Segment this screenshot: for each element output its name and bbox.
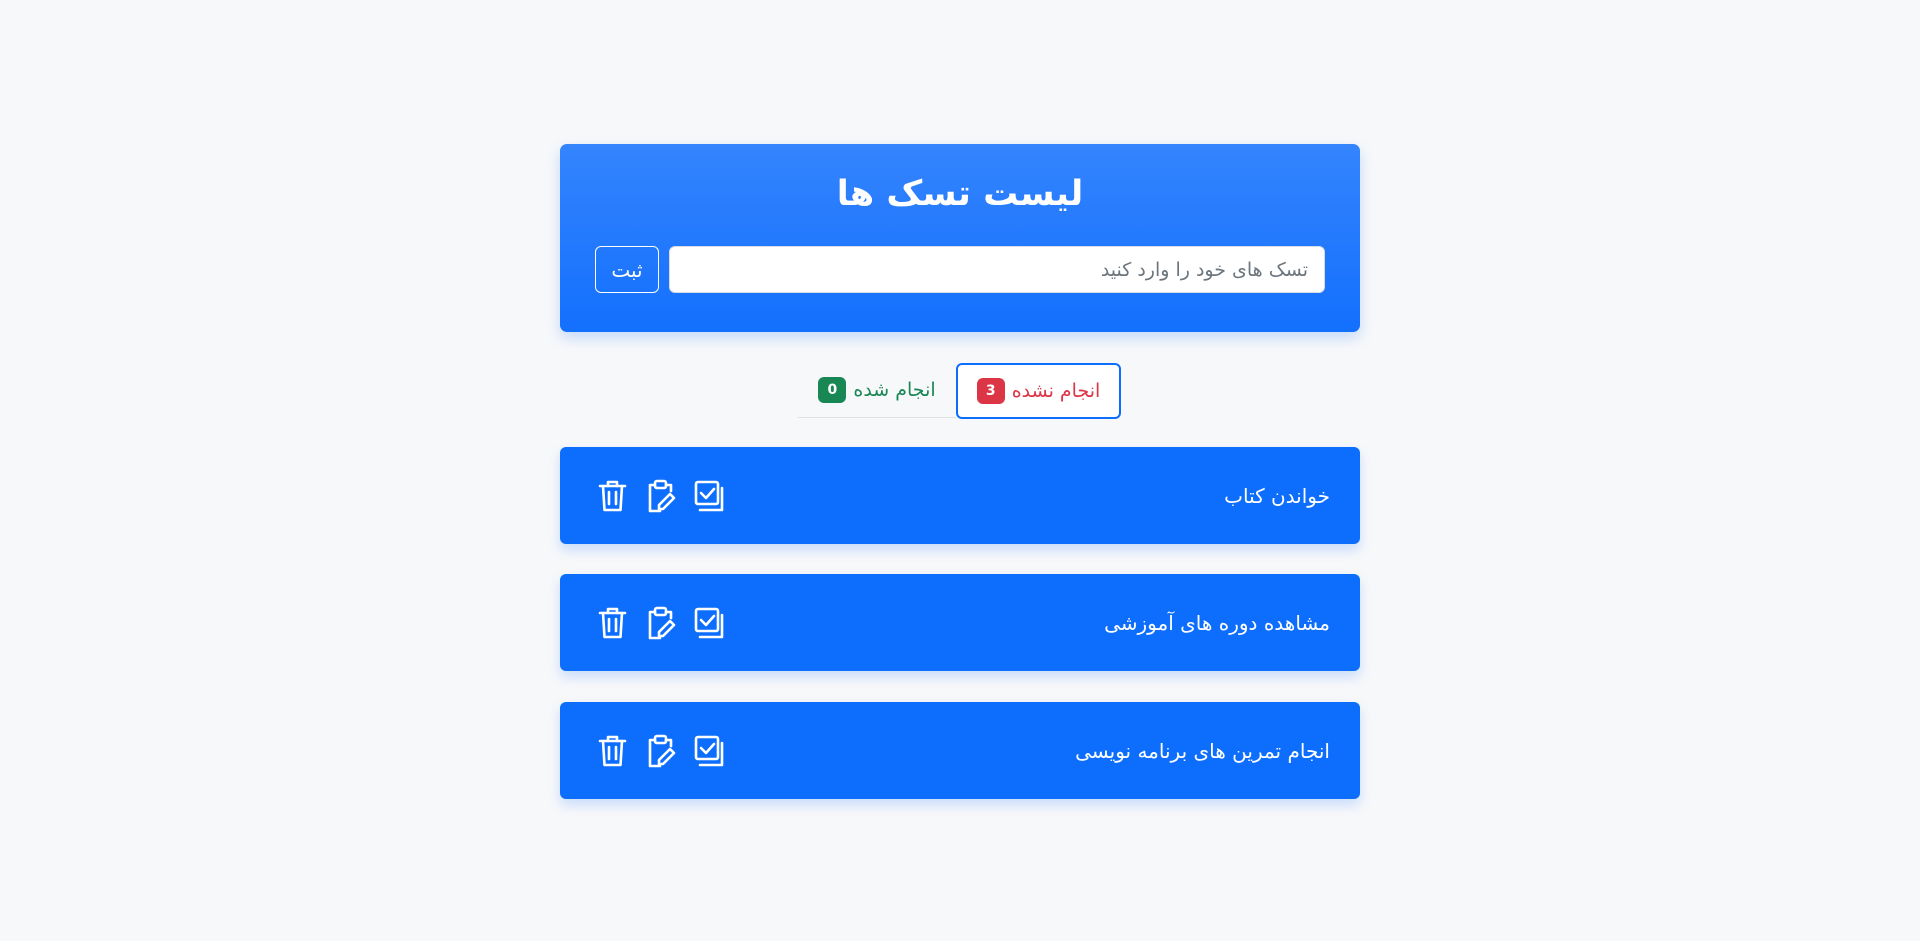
task-actions bbox=[597, 702, 724, 799]
todo-app: لیست تسک ها ثبت انجام نشده 3 انجام شده 0… bbox=[560, 144, 1360, 799]
edit-icon[interactable] bbox=[645, 478, 676, 514]
tab-done[interactable]: انجام شده 0 bbox=[798, 363, 956, 418]
tab-undone[interactable]: انجام نشده 3 bbox=[956, 363, 1121, 419]
task-item: انجام تمرین های برنامه نویسی bbox=[560, 702, 1360, 799]
complete-icon[interactable] bbox=[693, 478, 724, 514]
task-item: مشاهده دوره های آموزشی bbox=[560, 574, 1360, 671]
trash-icon[interactable] bbox=[597, 733, 628, 769]
edit-icon[interactable] bbox=[645, 605, 676, 641]
tab-done-label: انجام شده bbox=[853, 379, 936, 401]
task-actions bbox=[597, 574, 724, 671]
tab-undone-label: انجام نشده bbox=[1011, 380, 1101, 402]
page-title: لیست تسک ها bbox=[836, 174, 1084, 214]
task-actions bbox=[597, 447, 724, 544]
header-card: لیست تسک ها ثبت bbox=[560, 144, 1360, 332]
task-item: خواندن کتاب bbox=[560, 447, 1360, 544]
complete-icon[interactable] bbox=[693, 733, 724, 769]
task-title: خواندن کتاب bbox=[1224, 483, 1330, 508]
status-tabs: انجام نشده 3 انجام شده 0 bbox=[560, 363, 1360, 419]
task-title: انجام تمرین های برنامه نویسی bbox=[1075, 738, 1330, 763]
complete-icon[interactable] bbox=[693, 605, 724, 641]
trash-icon[interactable] bbox=[597, 605, 628, 641]
task-input[interactable] bbox=[669, 246, 1325, 293]
edit-icon[interactable] bbox=[645, 733, 676, 769]
done-count-badge: 0 bbox=[818, 377, 847, 403]
submit-button[interactable]: ثبت bbox=[595, 246, 659, 293]
task-title: مشاهده دوره های آموزشی bbox=[1104, 610, 1330, 635]
undone-count-badge: 3 bbox=[976, 378, 1005, 404]
trash-icon[interactable] bbox=[597, 478, 628, 514]
